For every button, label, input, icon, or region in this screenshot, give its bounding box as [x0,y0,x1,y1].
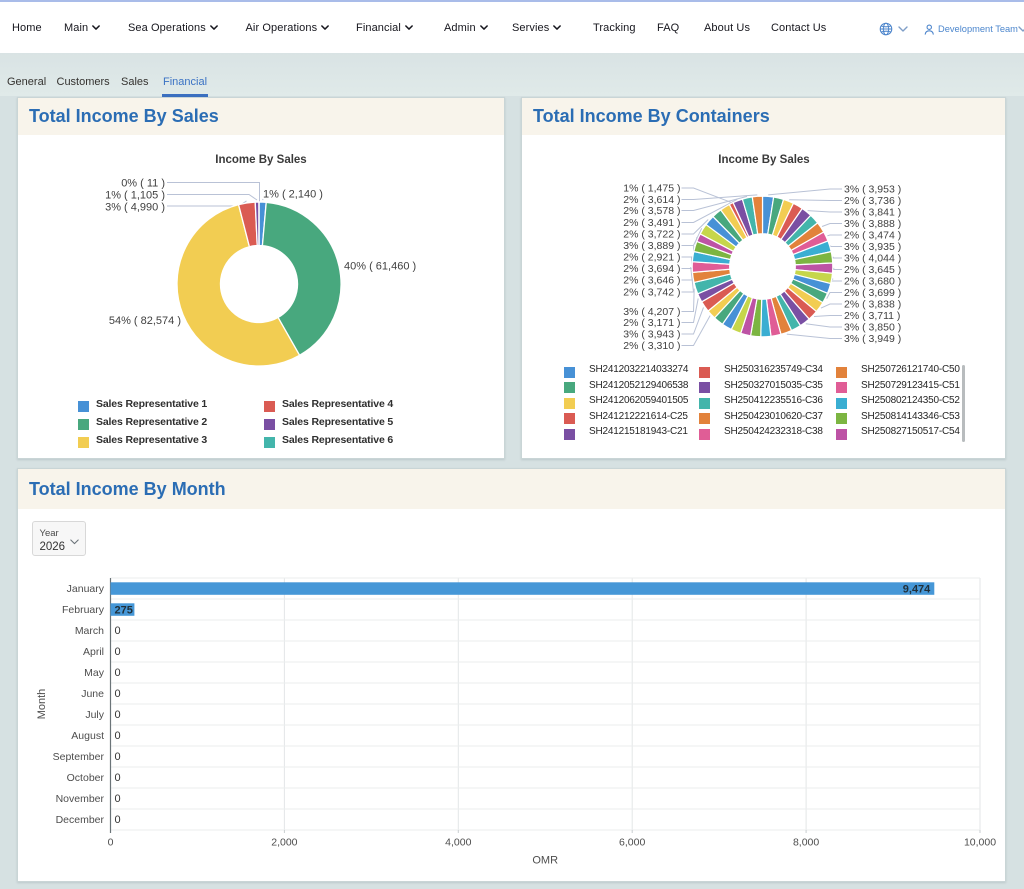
svg-text:Income By Sales: Income By Sales [718,154,809,166]
svg-text:January: January [67,583,105,595]
svg-text:November: November [56,793,105,805]
svg-text:2% ( 3,742 ): 2% ( 3,742 ) [623,287,680,299]
svg-text:0: 0 [115,625,121,637]
svg-text:0: 0 [108,837,114,849]
svg-text:0: 0 [115,772,121,784]
svg-text:2% ( 3,722 ): 2% ( 3,722 ) [623,229,680,241]
svg-text:3% ( 3,935 ): 3% ( 3,935 ) [844,241,901,253]
svg-text:3% ( 3,850 ): 3% ( 3,850 ) [844,322,901,334]
svg-text:3% ( 3,949 ): 3% ( 3,949 ) [844,333,901,345]
svg-text:April: April [83,646,104,658]
svg-text:3% ( 3,953 ): 3% ( 3,953 ) [844,184,901,196]
svg-text:0: 0 [115,646,121,658]
svg-text:0% ( 11 ): 0% ( 11 ) [121,178,165,190]
svg-text:September: September [53,751,105,763]
svg-text:2% ( 3,838 ): 2% ( 3,838 ) [844,299,901,311]
svg-text:3% ( 4,044 ): 3% ( 4,044 ) [844,253,901,265]
svg-text:2% ( 3,645 ): 2% ( 3,645 ) [844,264,901,276]
svg-text:9,474: 9,474 [903,584,931,596]
svg-text:May: May [84,667,105,679]
svg-text:2% ( 3,680 ): 2% ( 3,680 ) [844,276,901,288]
svg-text:1% ( 2,140 ): 1% ( 2,140 ) [263,189,323,201]
svg-text:2% ( 2,921 ): 2% ( 2,921 ) [623,252,680,264]
svg-text:March: March [75,625,104,637]
svg-text:2% ( 3,578 ): 2% ( 3,578 ) [623,205,680,217]
svg-text:1% ( 1,105 ): 1% ( 1,105 ) [105,190,165,202]
svg-text:40% ( 61,460 ): 40% ( 61,460 ) [344,261,416,273]
svg-text:3% ( 3,889 ): 3% ( 3,889 ) [623,240,680,252]
svg-text:2% ( 3,171 ): 2% ( 3,171 ) [623,317,680,329]
svg-text:54% ( 82,574 ): 54% ( 82,574 ) [109,315,181,327]
svg-text:2% ( 3,474 ): 2% ( 3,474 ) [844,230,901,242]
svg-text:3% ( 4,990 ): 3% ( 4,990 ) [105,202,165,214]
svg-text:OMR: OMR [532,855,558,867]
svg-text:0: 0 [115,814,121,826]
svg-text:2% ( 3,646 ): 2% ( 3,646 ) [623,275,680,287]
svg-text:275: 275 [115,605,133,617]
svg-text:2,000: 2,000 [271,837,297,849]
svg-text:December: December [56,814,105,826]
svg-text:July: July [85,709,104,721]
svg-text:February: February [62,604,105,616]
svg-text:6,000: 6,000 [619,837,645,849]
svg-text:0: 0 [115,751,121,763]
svg-text:August: August [71,730,104,742]
svg-text:0: 0 [115,793,121,805]
svg-text:0: 0 [115,730,121,742]
svg-text:4,000: 4,000 [445,837,471,849]
svg-text:2% ( 3,699 ): 2% ( 3,699 ) [844,287,901,299]
svg-text:2% ( 3,711 ): 2% ( 3,711 ) [844,310,900,322]
svg-text:8,000: 8,000 [793,837,819,849]
svg-text:June: June [81,688,104,700]
svg-text:0: 0 [115,667,121,679]
svg-text:Income By Sales: Income By Sales [215,154,306,166]
svg-text:Month: Month [36,689,48,720]
svg-text:0: 0 [115,688,121,700]
svg-text:0: 0 [115,709,121,721]
svg-text:2% ( 3,310 ): 2% ( 3,310 ) [623,340,680,352]
svg-text:2% ( 3,491 ): 2% ( 3,491 ) [623,217,680,229]
svg-text:3% ( 3,888 ): 3% ( 3,888 ) [844,218,901,230]
svg-text:October: October [67,772,105,784]
svg-text:1% ( 1,475 ): 1% ( 1,475 ) [623,183,680,195]
svg-text:3% ( 3,841 ): 3% ( 3,841 ) [844,207,901,219]
svg-text:2% ( 3,736 ): 2% ( 3,736 ) [844,195,901,207]
svg-text:3% ( 3,943 ): 3% ( 3,943 ) [623,329,680,341]
svg-text:10,000: 10,000 [964,837,996,849]
svg-text:2% ( 3,694 ): 2% ( 3,694 ) [623,263,680,275]
